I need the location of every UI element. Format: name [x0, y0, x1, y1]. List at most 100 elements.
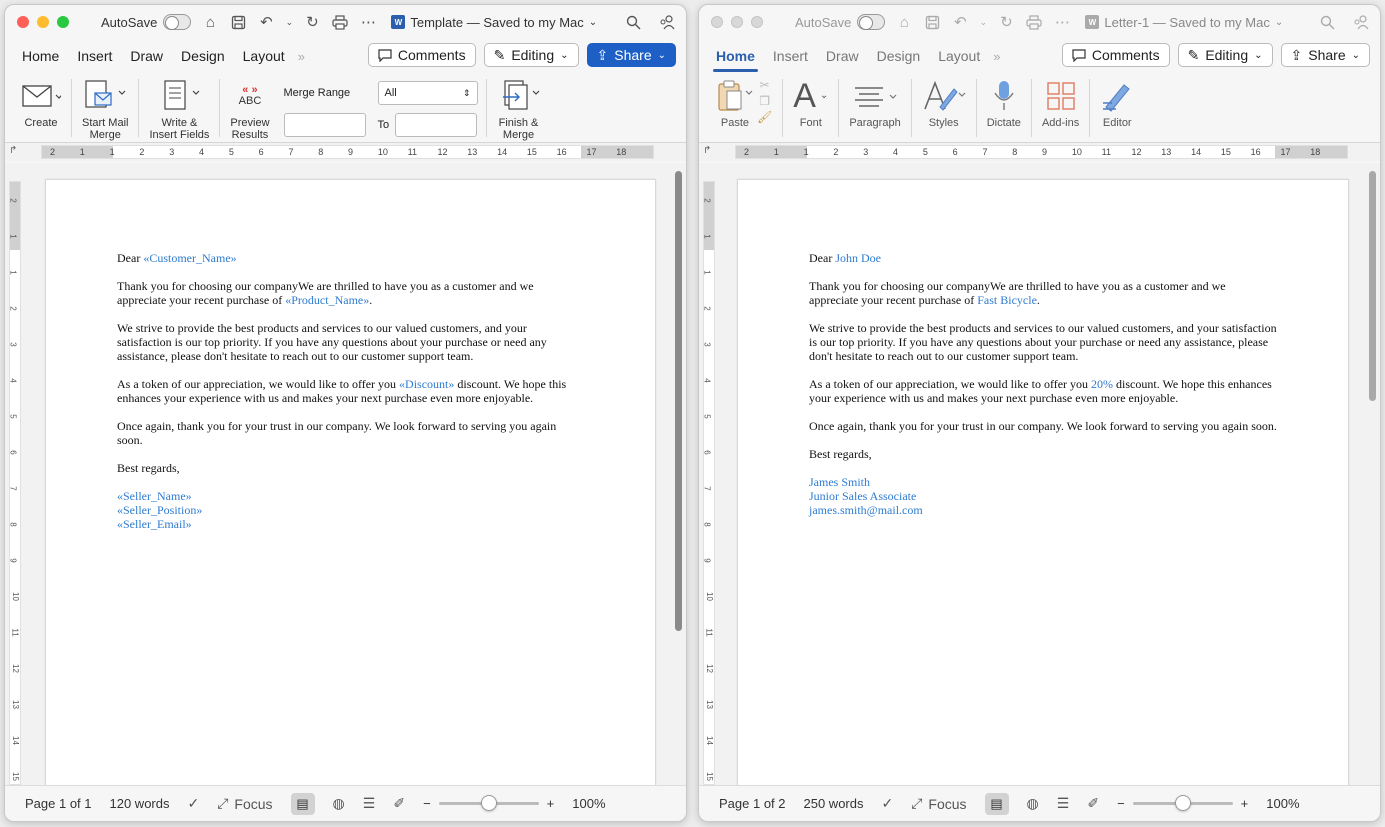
maximize-button[interactable]	[751, 16, 763, 28]
close-button[interactable]	[711, 16, 723, 28]
chevron-down-icon[interactable]: ⌄	[979, 13, 988, 31]
zoom-out-icon[interactable]: −	[1117, 796, 1125, 811]
minimize-button[interactable]	[37, 16, 49, 28]
copy-icon[interactable]: ❐	[757, 95, 772, 107]
tab-home[interactable]: Home	[13, 42, 68, 70]
focus-button[interactable]: ⤢ Focus	[911, 795, 966, 812]
account-icon[interactable]	[658, 13, 676, 31]
zoom-in-icon[interactable]: +	[547, 796, 555, 811]
more-tabs-icon[interactable]: »	[993, 49, 1000, 64]
vertical-ruler[interactable]: 2 1 1 2 3 4 5 6 7 8 9 10 11 12 13 14 15	[703, 181, 715, 785]
proofing-icon[interactable]: ✓	[187, 795, 199, 812]
share-button[interactable]: ⇪ Share ⌄	[586, 43, 676, 67]
zoom-level[interactable]: 100%	[572, 796, 605, 811]
page-count[interactable]: Page 1 of 2	[719, 796, 786, 811]
chevron-down-icon[interactable]: ⌄	[1275, 17, 1283, 28]
zoom-slider[interactable]	[438, 795, 539, 811]
tab-design[interactable]: Design	[172, 42, 234, 70]
more-tabs-icon[interactable]: »	[298, 49, 305, 64]
addins-button[interactable]: Add-ins	[1034, 77, 1087, 129]
web-layout-icon[interactable]: ◍	[1027, 795, 1039, 812]
start-mail-merge-button[interactable]: Start Mail Merge	[74, 77, 136, 141]
vertical-scrollbar[interactable]	[675, 171, 682, 631]
chevron-down-icon[interactable]: ⌄	[589, 17, 597, 28]
create-button[interactable]: Create	[13, 77, 69, 129]
page-count[interactable]: Page 1 of 1	[25, 796, 92, 811]
print-layout-icon[interactable]: ▤	[290, 792, 315, 815]
maximize-button[interactable]	[57, 16, 69, 28]
search-icon[interactable]	[624, 13, 642, 31]
autosave-toggle[interactable]	[857, 14, 886, 30]
merge-from-input[interactable]	[283, 113, 366, 137]
zoom-level[interactable]: 100%	[1266, 796, 1299, 811]
document-page[interactable]: Dear «Customer_Name» Thank you for choos…	[45, 179, 656, 785]
print-layout-icon[interactable]: ▤	[984, 792, 1009, 815]
save-icon[interactable]	[229, 13, 247, 31]
finish-merge-button[interactable]: Finish & Merge	[489, 77, 549, 141]
preview-results-button[interactable]: « » ABC Preview Results	[222, 77, 277, 142]
tab-draw[interactable]: Draw	[817, 42, 868, 70]
focus-button[interactable]: ⤢ Focus	[217, 795, 272, 812]
editor-button[interactable]: Editor	[1092, 77, 1142, 129]
vertical-scrollbar[interactable]	[1369, 171, 1376, 401]
undo-icon[interactable]: ↶	[257, 13, 275, 31]
autosave-toggle[interactable]	[163, 14, 192, 30]
web-layout-icon[interactable]: ◍	[333, 795, 345, 812]
tab-layout[interactable]: Layout	[929, 42, 989, 70]
print-icon[interactable]	[331, 13, 349, 31]
font-button[interactable]: A ⌄ Font	[785, 77, 836, 129]
paragraph-button[interactable]: Paragraph	[841, 77, 908, 129]
close-button[interactable]	[17, 16, 29, 28]
home-icon[interactable]: ⌂	[201, 13, 219, 31]
print-icon[interactable]	[1025, 13, 1043, 31]
horizontal-ruler[interactable]: 2 1 1 2 3 4 5 6 7 8 9 10 11 12 13 14 15 16 17 18	[41, 145, 654, 159]
write-insert-fields-button[interactable]: Write & Insert Fields	[141, 77, 217, 141]
redo-icon[interactable]: ↻	[303, 13, 321, 31]
dictate-button[interactable]: Dictate	[979, 77, 1029, 129]
word-count[interactable]: 250 words	[804, 796, 864, 811]
redo-icon[interactable]: ↻	[997, 13, 1015, 31]
more-icon[interactable]: ⋯	[359, 13, 377, 31]
paste-button[interactable]: Paste ✂ ❐ 🖌	[707, 77, 780, 129]
home-icon[interactable]: ⌂	[895, 13, 913, 31]
tab-stop-icon[interactable]: ↱	[703, 145, 711, 156]
save-icon[interactable]	[923, 13, 941, 31]
tab-stop-icon[interactable]: ↱	[9, 145, 17, 156]
tab-home[interactable]: Home	[707, 42, 764, 72]
outline-icon[interactable]: ☰	[1057, 795, 1070, 812]
horizontal-ruler[interactable]: 2 1 1 2 3 4 5 6 7 8 9 10 11 12 13 14 15 16 17 18	[735, 145, 1348, 159]
vertical-ruler[interactable]: 2 1 1 2 3 4 5 6 7 8 9 10 11 12 13 14 15	[9, 181, 21, 785]
styles-button[interactable]: Styles	[914, 77, 974, 129]
document-page[interactable]: Dear John Doe Thank you for choosing our…	[737, 179, 1349, 785]
merge-range-select[interactable]: All ⇕	[377, 81, 478, 105]
zoom-in-icon[interactable]: +	[1241, 796, 1249, 811]
zoom-knob[interactable]	[480, 795, 497, 811]
editing-button[interactable]: ✎ Editing ⌄	[483, 43, 579, 67]
comments-button[interactable]: Comments	[367, 43, 476, 67]
tab-design[interactable]: Design	[868, 42, 930, 70]
zoom-knob[interactable]	[1174, 795, 1191, 811]
more-icon[interactable]: ⋯	[1053, 13, 1071, 31]
outline-icon[interactable]: ☰	[363, 795, 376, 812]
minimize-button[interactable]	[731, 16, 743, 28]
tab-draw[interactable]: Draw	[121, 42, 172, 70]
share-button[interactable]: ⇪ Share ⌄	[1280, 43, 1370, 67]
editing-button[interactable]: ✎ Editing ⌄	[1177, 43, 1273, 67]
proofing-icon[interactable]: ✓	[881, 795, 893, 812]
zoom-out-icon[interactable]: −	[423, 796, 431, 811]
tab-insert[interactable]: Insert	[68, 42, 121, 70]
tab-insert[interactable]: Insert	[764, 42, 817, 70]
zoom-slider[interactable]	[1132, 795, 1233, 811]
comments-button[interactable]: Comments	[1061, 43, 1170, 67]
draft-icon[interactable]: ✐	[1087, 795, 1099, 812]
chevron-down-icon[interactable]: ⌄	[285, 13, 294, 31]
account-icon[interactable]	[1352, 13, 1370, 31]
format-painter-icon[interactable]: 🖌	[757, 111, 772, 123]
search-icon[interactable]	[1318, 13, 1336, 31]
word-count[interactable]: 120 words	[110, 796, 170, 811]
tab-layout[interactable]: Layout	[234, 42, 294, 70]
cut-icon[interactable]: ✂	[757, 79, 772, 91]
draft-icon[interactable]: ✐	[393, 795, 405, 812]
undo-icon[interactable]: ↶	[951, 13, 969, 31]
merge-to-input[interactable]	[395, 113, 478, 137]
